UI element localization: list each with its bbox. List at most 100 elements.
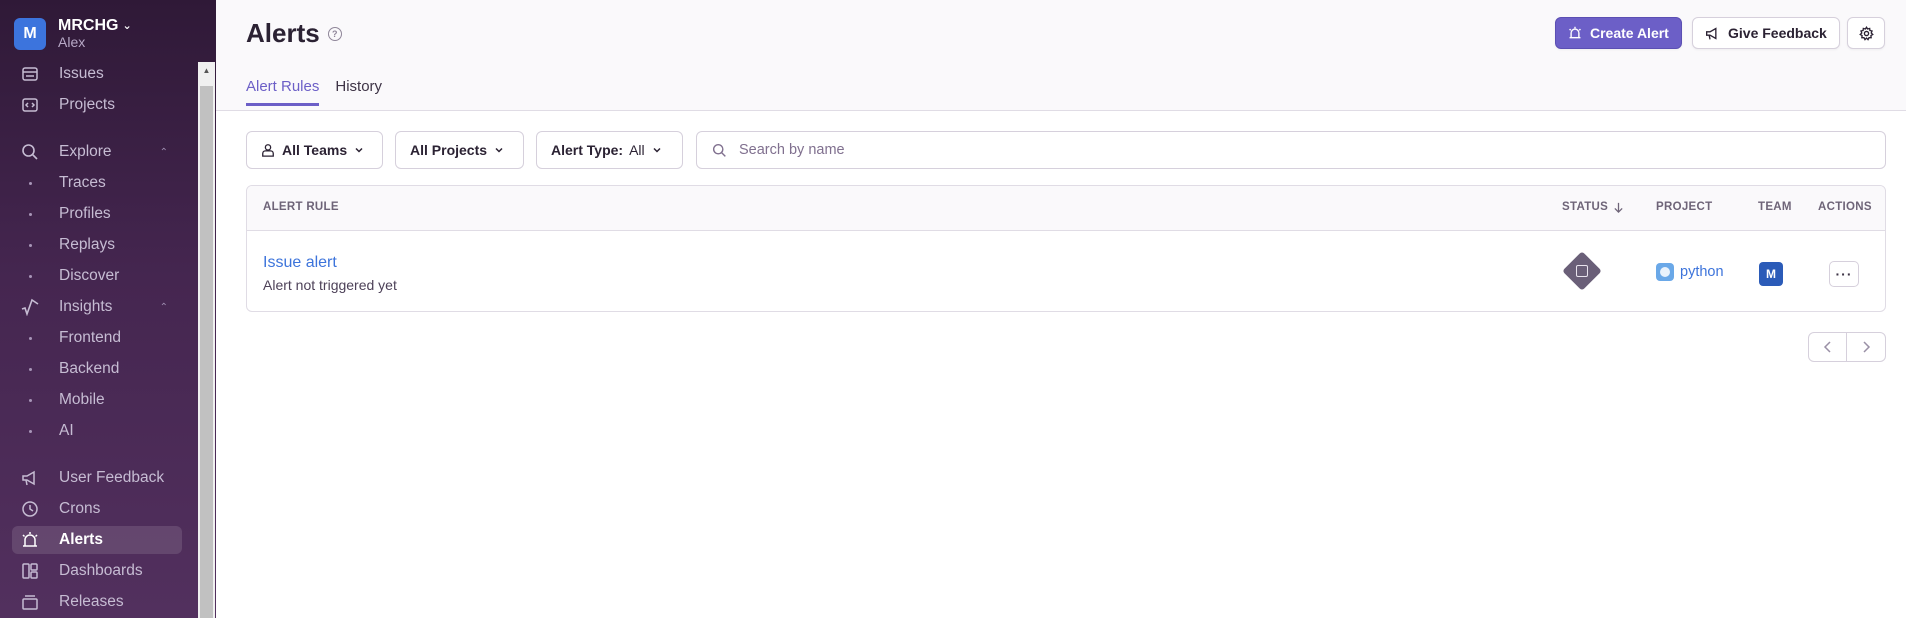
search-icon [20,142,40,162]
sidebar-item-issues[interactable]: Issues [12,60,182,88]
gear-icon [1858,25,1874,41]
bullet-icon [29,212,32,216]
bullet-icon [29,398,32,402]
sidebar-item-label: Profiles [59,205,111,222]
pagination [1808,332,1886,362]
org-avatar: M [14,18,46,50]
status-header-label: STATUS [1562,201,1609,213]
row-actions-button[interactable]: ··· [1829,261,1859,287]
tab-bar: Alert Rules History [246,78,398,106]
sidebar-item-explore[interactable]: Explore ⌃ [12,138,182,166]
table-row: Issue alert Alert not triggered yet pyth… [247,232,1885,311]
sidebar-item-label: Mobile [59,391,105,408]
sidebar-item-label: Replays [59,236,115,253]
bullet-icon [29,181,32,185]
sidebar-item-projects[interactable]: Projects [12,91,182,119]
team-avatar: M [1759,262,1783,286]
ellipsis-icon: ··· [1835,266,1853,282]
sidebar-item-label: Frontend [59,329,122,346]
sidebar-item-user-feedback[interactable]: User Feedback [12,464,182,492]
sidebar-item-label: Insights [59,298,113,315]
alert-rule-link[interactable]: Issue alert [263,254,337,272]
arrow-down-icon [1614,202,1623,213]
sidebar-item-ai[interactable]: AI [12,417,182,445]
sidebar-item-profiles[interactable]: Profiles [12,200,182,228]
scrollbar-thumb[interactable] [200,86,213,618]
sidebar-item-discover[interactable]: Discover [12,262,182,290]
sidebar-item-mobile[interactable]: Mobile [12,386,182,414]
column-header-status[interactable]: STATUS [1562,201,1624,213]
chevron-up-icon: ⌃ [159,301,168,313]
chevron-left-icon [1823,341,1831,353]
page-title: Alerts [246,18,320,48]
megaphone-icon [20,468,40,488]
bullet-icon [29,336,32,340]
search-input[interactable] [739,142,1639,158]
dashboard-icon [20,561,40,581]
sidebar-scrollbar[interactable]: ▲ [198,62,215,618]
project-link[interactable]: python [1656,263,1724,281]
chevron-down-icon [355,147,363,153]
search-icon [712,143,726,157]
chevron-up-icon: ⌃ [159,146,168,158]
alert-rules-table: ALERT RULE STATUS PROJECT TEAM ACTIONS I… [246,185,1886,312]
create-alert-button[interactable]: Create Alert [1555,17,1682,49]
chevron-right-icon [1863,341,1871,353]
chevron-down-icon: ⌄ [122,20,132,32]
releases-icon [20,592,40,612]
sidebar-item-label: Crons [59,500,101,517]
help-icon[interactable]: ? [327,26,342,41]
projects-filter[interactable]: All Projects [395,131,524,169]
sidebar-item-label: Releases [59,593,124,610]
siren-icon [1569,26,1581,39]
create-alert-label: Create Alert [1590,25,1669,41]
org-switcher[interactable]: M MRCHG ⌄ Alex [14,18,132,50]
sidebar-item-alerts[interactable]: Alerts [12,526,182,554]
settings-button[interactable] [1847,17,1885,49]
bullet-icon [29,274,32,278]
user-name: Alex [58,34,86,50]
sidebar-item-traces[interactable]: Traces [12,169,182,197]
give-feedback-button[interactable]: Give Feedback [1692,17,1840,49]
column-header-project: PROJECT [1656,201,1713,213]
scroll-up-arrow-icon[interactable]: ▲ [198,64,215,78]
sidebar-item-replays[interactable]: Replays [12,231,182,259]
sidebar-item-insights[interactable]: Insights ⌃ [12,293,182,321]
sidebar-item-label: Projects [59,96,115,113]
page-header: Alerts ? Create Alert Give Feedback Aler… [216,0,1906,111]
column-header-actions: ACTIONS [1818,201,1872,213]
sidebar-item-frontend[interactable]: Frontend [12,324,182,352]
bullet-icon [29,243,32,247]
column-header-alert-rule: ALERT RULE [263,201,339,213]
bullet-icon [29,429,32,433]
issues-icon [20,64,40,84]
sidebar-item-label: AI [59,422,74,439]
previous-page-button[interactable] [1809,333,1848,361]
sidebar-item-label: Discover [59,267,120,284]
sidebar-item-crons[interactable]: Crons [12,495,182,523]
project-name: python [1680,264,1724,280]
sidebar-item-label: Alerts [59,531,103,548]
alert-rule-status-text: Alert not triggered yet [263,277,397,293]
sidebar-item-label: Backend [59,360,120,377]
teams-filter[interactable]: All Teams [246,131,383,169]
teams-filter-label: All Teams [282,142,348,158]
chevron-down-icon [495,147,503,153]
sidebar-item-label: Traces [59,174,106,191]
chevron-down-icon [653,147,661,153]
alert-type-filter[interactable]: Alert Type: All [536,131,683,169]
sidebar: M MRCHG ⌄ Alex Issues Projects Explore ⌃ … [0,0,216,618]
search-field[interactable] [696,131,1886,169]
insights-icon [20,297,40,317]
sidebar-item-backend[interactable]: Backend [12,355,182,383]
sidebar-item-releases[interactable]: Releases [12,588,182,616]
table-header: ALERT RULE STATUS PROJECT TEAM ACTIONS [247,186,1885,231]
tab-alert-rules[interactable]: Alert Rules [246,78,320,106]
sidebar-item-dashboards[interactable]: Dashboards [12,557,182,585]
alert-type-label: Alert Type: [551,142,624,158]
sidebar-item-label: Issues [59,65,104,82]
clock-icon [20,499,40,519]
sidebar-item-label: User Feedback [59,469,165,486]
tab-history[interactable]: History [335,78,382,106]
next-page-button[interactable] [1847,333,1885,361]
